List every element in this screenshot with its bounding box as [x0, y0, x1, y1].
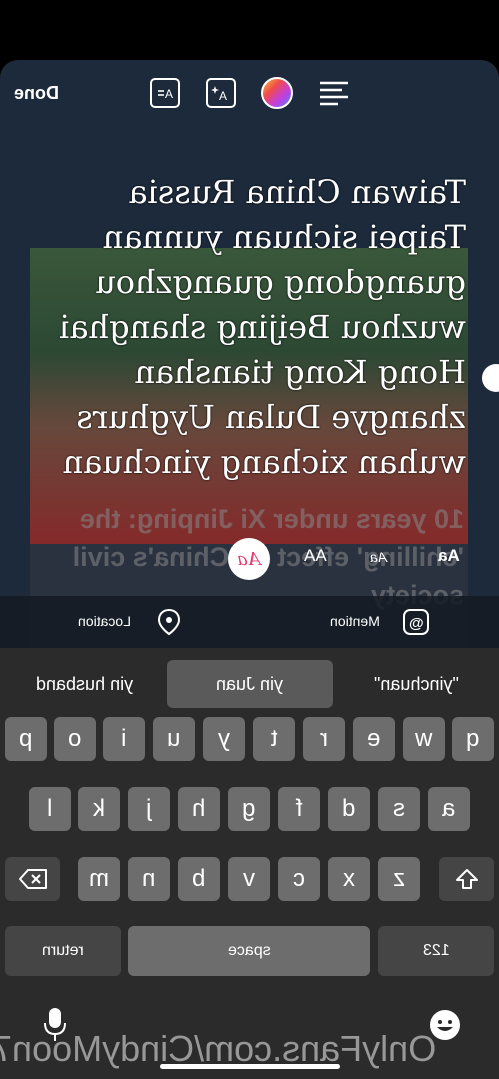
story-text-line: Taipei sichuan yunnan	[102, 218, 466, 256]
key-k[interactable]: k	[78, 787, 120, 831]
shift-icon	[455, 869, 478, 889]
key-j[interactable]: j	[128, 787, 170, 831]
space-key[interactable]: space	[128, 926, 370, 976]
return-key[interactable]: return	[5, 926, 121, 976]
text-effects-icon[interactable]: A	[206, 78, 236, 108]
key-z[interactable]: z	[378, 857, 420, 901]
key-c[interactable]: c	[278, 857, 320, 901]
delete-key[interactable]	[5, 857, 60, 901]
key-b[interactable]: b	[178, 857, 220, 901]
key-w[interactable]: w	[403, 717, 445, 761]
story-text-line: Taiwan China Russia	[128, 173, 466, 211]
key-e[interactable]: e	[353, 717, 395, 761]
key-a[interactable]: a	[428, 787, 470, 831]
color-picker-icon[interactable]	[260, 76, 294, 110]
key-d[interactable]: d	[328, 787, 370, 831]
key-u[interactable]: u	[153, 717, 195, 761]
story-text-line: guangdong guangzhou	[95, 263, 466, 301]
suggestion-item[interactable]: yin Juan	[167, 660, 333, 708]
font-style-serif-selected[interactable]: Aa	[228, 538, 270, 580]
key-h[interactable]: h	[178, 787, 220, 831]
key-v[interactable]: v	[228, 857, 270, 901]
font-style-bold[interactable]: Aa	[438, 546, 460, 566]
key-s[interactable]: s	[378, 787, 420, 831]
numbers-key[interactable]: 123	[378, 926, 494, 976]
backspace-icon	[18, 869, 47, 889]
key-p[interactable]: p	[5, 717, 47, 761]
shift-key[interactable]	[439, 857, 494, 901]
svg-text:@: @	[409, 615, 424, 632]
story-text-line: wuzhou Beijing shanghai	[59, 308, 466, 346]
key-n[interactable]: n	[128, 857, 170, 901]
align-text-icon[interactable]	[318, 80, 350, 106]
story-text-line: zhangye Dulan Uyghurs	[76, 398, 466, 436]
key-o[interactable]: o	[54, 717, 96, 761]
key-l[interactable]: l	[29, 787, 71, 831]
story-text-line: Hong Kong tianshan	[134, 353, 466, 391]
key-i[interactable]: i	[103, 717, 145, 761]
text-background-icon[interactable]: A	[150, 78, 180, 108]
svg-text:A: A	[219, 89, 227, 102]
key-t[interactable]: t	[253, 717, 295, 761]
home-indicator[interactable]	[160, 1064, 340, 1069]
location-label[interactable]: Location	[78, 613, 131, 629]
suggestion-item[interactable]: "yinchuan"	[346, 660, 486, 708]
mention-label[interactable]: Mention	[330, 613, 380, 629]
font-style-small[interactable]: Aa	[370, 549, 387, 565]
svg-text:A: A	[165, 87, 173, 100]
font-style-caps[interactable]: AA	[304, 546, 327, 566]
key-r[interactable]: r	[303, 717, 345, 761]
key-q[interactable]: q	[452, 717, 494, 761]
story-text-line: wuhan xichang yinchuan	[62, 443, 466, 481]
story-text-overlay[interactable]: Taiwan China Russia Taipei sichuan yunna…	[36, 170, 466, 485]
mention-icon[interactable]: @	[402, 608, 430, 636]
done-button[interactable]: Done	[14, 83, 59, 104]
key-x[interactable]: x	[328, 857, 370, 901]
key-f[interactable]: f	[278, 787, 320, 831]
key-m[interactable]: m	[78, 857, 120, 901]
key-y[interactable]: y	[203, 717, 245, 761]
suggestion-item[interactable]: yin husband	[10, 660, 160, 708]
location-pin-icon[interactable]	[156, 608, 182, 636]
key-g[interactable]: g	[228, 787, 270, 831]
